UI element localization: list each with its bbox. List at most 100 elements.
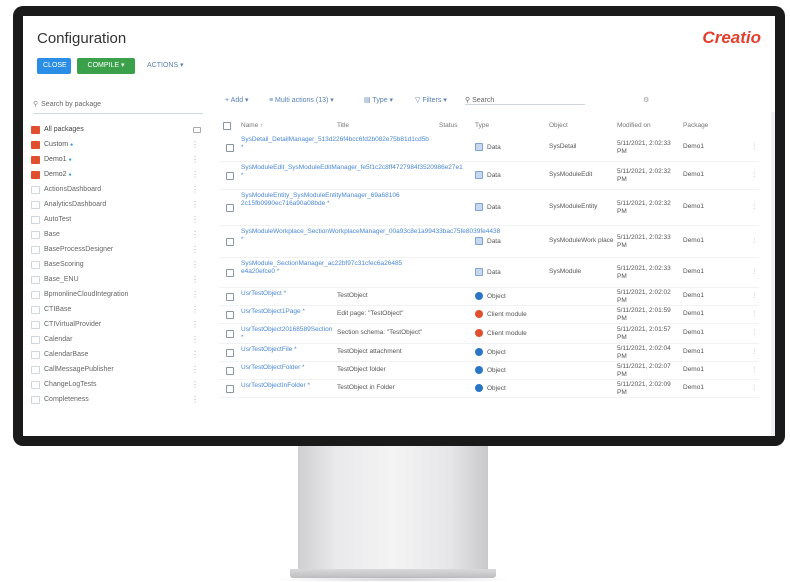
row-checkbox[interactable] <box>226 349 234 357</box>
schema-name-link[interactable]: SysModuleEdit_SysModuleEditManager_fe5f1… <box>241 164 463 180</box>
schema-name-link[interactable]: UsrTestObjectFile * <box>241 346 331 354</box>
column-modified[interactable]: Modified on <box>617 122 651 129</box>
table-row[interactable]: UsrTestObjectInFolder * TestObject in Fol… <box>219 380 759 398</box>
schema-name-link[interactable]: SysDetail_DetailManager_513d226f4bcc6fd2… <box>241 136 429 152</box>
schema-name-link[interactable]: UsrTestObject * <box>241 290 331 298</box>
schema-name-link[interactable]: SysModuleWorkplace_SectionWorkplaceManag… <box>241 228 500 244</box>
row-menu-icon[interactable]: ⋮ <box>751 365 758 373</box>
column-package[interactable]: Package <box>683 122 708 129</box>
package-menu-icon[interactable]: ⋮ <box>191 395 199 404</box>
package-item[interactable]: CalendarBase ⋮ <box>31 347 203 362</box>
package-item[interactable]: BaseProcessDesigner ⋮ <box>31 242 203 257</box>
package-item[interactable]: Calendar ⋮ <box>31 332 203 347</box>
package-item[interactable]: CTIBase ⋮ <box>31 302 203 317</box>
row-menu-icon[interactable]: ⋮ <box>751 291 758 299</box>
add-button[interactable]: + Add ▾ <box>225 96 249 104</box>
table-row[interactable]: SysModuleEdit_SysModuleEditManager_fe5f1… <box>219 162 759 190</box>
schema-name-link[interactable]: UsrTestObject20168589Section * <box>241 326 332 342</box>
row-menu-icon[interactable]: ⋮ <box>751 236 758 244</box>
filters-button[interactable]: ▽ Filters ▾ <box>415 96 447 104</box>
scrollbar[interactable] <box>771 112 775 436</box>
search-input[interactable]: ⚲ Search <box>465 96 585 105</box>
table-row[interactable]: UsrTestObjectFolder * TestObject folder Ob… <box>219 362 759 380</box>
package-menu-icon[interactable]: ⋮ <box>191 275 199 284</box>
type-filter-button[interactable]: ▤ Type ▾ <box>364 96 393 104</box>
row-checkbox[interactable] <box>226 330 234 338</box>
row-checkbox[interactable] <box>226 238 234 246</box>
row-menu-icon[interactable]: ⋮ <box>751 309 758 317</box>
row-menu-icon[interactable]: ⋮ <box>751 142 758 150</box>
row-checkbox[interactable] <box>226 269 234 277</box>
package-menu-icon[interactable]: ⋮ <box>191 245 199 254</box>
column-object[interactable]: Object <box>549 122 568 129</box>
package-menu-icon[interactable]: ⋮ <box>191 230 199 239</box>
column-type[interactable]: Type <box>475 122 489 129</box>
row-menu-icon[interactable]: ⋮ <box>751 328 758 336</box>
package-menu-icon[interactable]: ⋮ <box>191 215 199 224</box>
row-checkbox[interactable] <box>226 144 234 152</box>
row-checkbox[interactable] <box>226 172 234 180</box>
package-menu-icon[interactable]: ⋮ <box>191 305 199 314</box>
package-menu-icon[interactable]: ⋮ <box>191 140 199 149</box>
package-menu-icon[interactable]: ⋮ <box>191 350 199 359</box>
package-item[interactable]: CTIVirtualProvider ⋮ <box>31 317 203 332</box>
close-button[interactable]: CLOSE <box>37 58 71 74</box>
schema-name-link[interactable]: UsrTestObject1Page * <box>241 308 331 316</box>
gear-icon[interactable]: ⚙ <box>643 96 649 104</box>
row-menu-icon[interactable]: ⋮ <box>751 383 758 391</box>
package-item[interactable]: AutoTest ⋮ <box>31 212 203 227</box>
multi-actions-button[interactable]: ≡ Multi actions (13) ▾ <box>269 96 334 104</box>
table-row[interactable]: SysModule_SectionManager_ac22bf97c31cfec… <box>219 258 759 288</box>
row-checkbox[interactable] <box>226 293 234 301</box>
table-row[interactable]: UsrTestObject1Page * Edit page: "TestObje… <box>219 306 759 324</box>
table-row[interactable]: SysDetail_DetailManager_513d226f4bcc6fd2… <box>219 134 759 162</box>
package-item[interactable]: Demo2 ● ⋮ <box>31 167 203 182</box>
row-menu-icon[interactable]: ⋮ <box>751 347 758 355</box>
package-item[interactable]: Completeness ⋮ <box>31 392 203 407</box>
package-menu-icon[interactable]: ⋮ <box>191 185 199 194</box>
table-row[interactable]: SysModuleWorkplace_SectionWorkplaceManag… <box>219 226 759 258</box>
package-item[interactable]: BaseScoring ⋮ <box>31 257 203 272</box>
row-menu-icon[interactable]: ⋮ <box>751 170 758 178</box>
package-item[interactable]: ActionsDashboard ⋮ <box>31 182 203 197</box>
package-item[interactable]: Demo1 ● ⋮ <box>31 152 203 167</box>
schema-name-link[interactable]: UsrTestObjectFolder * <box>241 364 331 372</box>
package-item[interactable]: Base_ENU ⋮ <box>31 272 203 287</box>
package-item[interactable]: CallMessagePublisher ⋮ <box>31 362 203 377</box>
row-checkbox[interactable] <box>226 311 234 319</box>
package-item[interactable]: ChangeLogTests ⋮ <box>31 377 203 392</box>
column-name[interactable]: Name ↑ <box>241 122 263 129</box>
compile-button[interactable]: COMPILE ▾ <box>77 58 135 74</box>
package-menu-icon[interactable]: ⋮ <box>191 170 199 179</box>
schema-name-link[interactable]: SysModule_SectionManager_ac22bf97c31cfec… <box>241 260 402 276</box>
table-row[interactable]: UsrTestObject20168589Section * Section sc… <box>219 324 759 344</box>
schema-name-link[interactable]: UsrTestObjectInFolder * <box>241 382 331 390</box>
table-row[interactable]: UsrTestObject * TestObject Object 5/11/2021… <box>219 288 759 306</box>
row-menu-icon[interactable]: ⋮ <box>751 267 758 275</box>
schema-name-link[interactable]: SysModuleEntity_SysModuleEntityManager_6… <box>241 192 400 208</box>
select-all-checkbox[interactable] <box>223 122 231 130</box>
package-menu-icon[interactable]: ⋮ <box>191 365 199 374</box>
actions-button[interactable]: ACTIONS ▾ <box>141 58 190 74</box>
row-checkbox[interactable] <box>226 385 234 393</box>
package-search-input[interactable]: ⚲ Search by package <box>33 100 203 114</box>
row-checkbox[interactable] <box>226 204 234 212</box>
package-menu-icon[interactable]: ⋮ <box>191 260 199 269</box>
new-folder-icon[interactable] <box>193 126 201 133</box>
row-menu-icon[interactable]: ⋮ <box>751 202 758 210</box>
package-menu-icon[interactable]: ⋮ <box>191 155 199 164</box>
column-status[interactable]: Status <box>439 122 457 129</box>
package-menu-icon[interactable]: ⋮ <box>191 380 199 389</box>
package-menu-icon[interactable]: ⋮ <box>191 290 199 299</box>
package-item[interactable]: All packages <box>31 122 203 137</box>
table-row[interactable]: SysModuleEntity_SysModuleEntityManager_6… <box>219 190 759 226</box>
package-menu-icon[interactable]: ⋮ <box>191 335 199 344</box>
package-item[interactable]: AnalyticsDashboard ⋮ <box>31 197 203 212</box>
package-item[interactable]: Custom ● ⋮ <box>31 137 203 152</box>
package-item[interactable]: BpmonlineCloudIntegration ⋮ <box>31 287 203 302</box>
package-item[interactable]: Base ⋮ <box>31 227 203 242</box>
package-menu-icon[interactable]: ⋮ <box>191 320 199 329</box>
column-title[interactable]: Title <box>337 122 349 129</box>
row-checkbox[interactable] <box>226 367 234 375</box>
table-row[interactable]: UsrTestObjectFile * TestObject attachment… <box>219 344 759 362</box>
